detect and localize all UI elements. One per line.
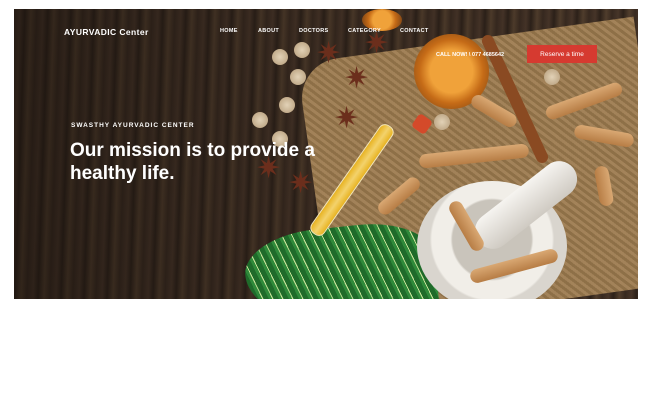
nav-item-doctors[interactable]: DOCTORS bbox=[299, 28, 329, 34]
nav-item-category[interactable]: CATEGORY bbox=[348, 28, 381, 34]
nav-item-contact[interactable]: CONTACT bbox=[400, 28, 429, 34]
brand-logo[interactable]: AYURVADIC Center bbox=[64, 27, 149, 37]
cardamom-image bbox=[434, 114, 450, 130]
nav-item-about[interactable]: ABOUT bbox=[258, 28, 279, 34]
star-anise-image: ✷ bbox=[334, 102, 360, 135]
nav-item-home[interactable]: HOME bbox=[220, 28, 238, 34]
reserve-button[interactable]: Reserve a time bbox=[527, 45, 597, 63]
cardamom-image bbox=[279, 97, 295, 113]
hero-headline: Our mission is to provide a healthy life… bbox=[70, 140, 315, 184]
star-anise-image: ✷ bbox=[344, 62, 370, 95]
hero-tagline: SWASTHY AYURVADIC CENTER bbox=[71, 122, 195, 129]
call-now-text: CALL NOW! \ 077 4685642 bbox=[436, 52, 505, 58]
cardamom-image bbox=[544, 69, 560, 85]
cardamom-image bbox=[290, 69, 306, 85]
hero-section: ✷ ✷ ✷ ✷ ✷ ✷ AYURVADIC Center HOME ABOUT … bbox=[14, 9, 638, 299]
cardamom-image bbox=[252, 112, 268, 128]
